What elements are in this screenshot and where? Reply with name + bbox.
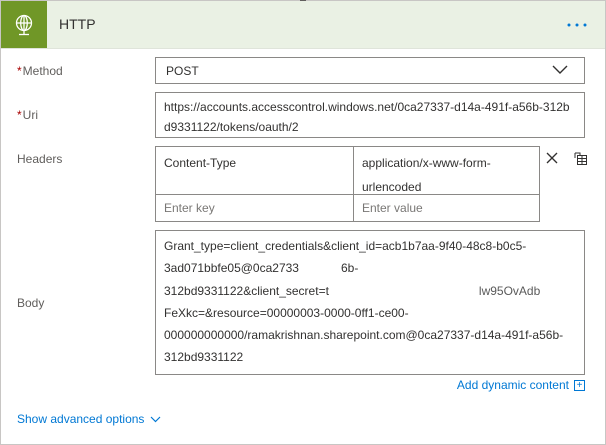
card-title: HTTP bbox=[59, 16, 96, 32]
required-marker: * bbox=[17, 64, 22, 78]
header-value-input[interactable]: application/x-www-form-urlencoded bbox=[354, 147, 539, 195]
body-line: 312bd9331122&client_secret=t lw95OvAdb bbox=[164, 283, 541, 298]
body-line: 312bd9331122 bbox=[164, 350, 244, 365]
chevron-down-icon bbox=[150, 412, 161, 426]
uri-input[interactable]: https://accounts.accesscontrol.windows.n… bbox=[155, 92, 585, 138]
advanced-options-label: Show advanced options bbox=[17, 412, 145, 426]
chevron-down-icon bbox=[552, 64, 568, 78]
header-new-value-input[interactable]: Enter value bbox=[354, 195, 539, 221]
show-advanced-options-link[interactable]: Show advanced options bbox=[17, 412, 161, 426]
headers-label: Headers bbox=[17, 152, 63, 166]
headers-table: Content-Type application/x-www-form-urle… bbox=[155, 146, 540, 222]
add-dynamic-content-link[interactable]: Add dynamic content + bbox=[457, 378, 585, 392]
body-input[interactable]: Grant_type=client_credentials&client_id=… bbox=[155, 230, 585, 375]
body-line: FeXkc=&resource=00000003-0000-0ff1-ce00- bbox=[164, 305, 409, 320]
method-value: POST bbox=[166, 64, 199, 78]
body-line: 3ad071bbfe05@0ca2733 6b- bbox=[164, 261, 359, 276]
uri-label: *Uri bbox=[17, 108, 38, 122]
method-label: *Method bbox=[17, 64, 63, 78]
card-header[interactable]: HTTP bbox=[1, 1, 605, 49]
close-icon[interactable] bbox=[546, 151, 558, 169]
required-marker: * bbox=[17, 108, 22, 122]
http-action-card: HTTP *Method POST *Uri https://accounts.… bbox=[0, 0, 606, 445]
body-line: Grant_type=client_credentials&client_id=… bbox=[164, 239, 527, 253]
header-new-key-input[interactable]: Enter key bbox=[156, 195, 354, 221]
header-key-input[interactable]: Content-Type bbox=[156, 147, 354, 195]
globe-icon bbox=[1, 1, 47, 48]
more-dots-icon[interactable] bbox=[565, 13, 589, 37]
method-select[interactable]: POST bbox=[155, 57, 585, 84]
switch-to-text-icon[interactable] bbox=[574, 152, 588, 171]
body-label: Body bbox=[17, 296, 45, 310]
body-line: 000000000000/ramakrishnan.sharepoint.com… bbox=[164, 328, 564, 343]
add-dynamic-content-label: Add dynamic content bbox=[456, 378, 569, 392]
plus-box-icon: + bbox=[574, 379, 585, 391]
